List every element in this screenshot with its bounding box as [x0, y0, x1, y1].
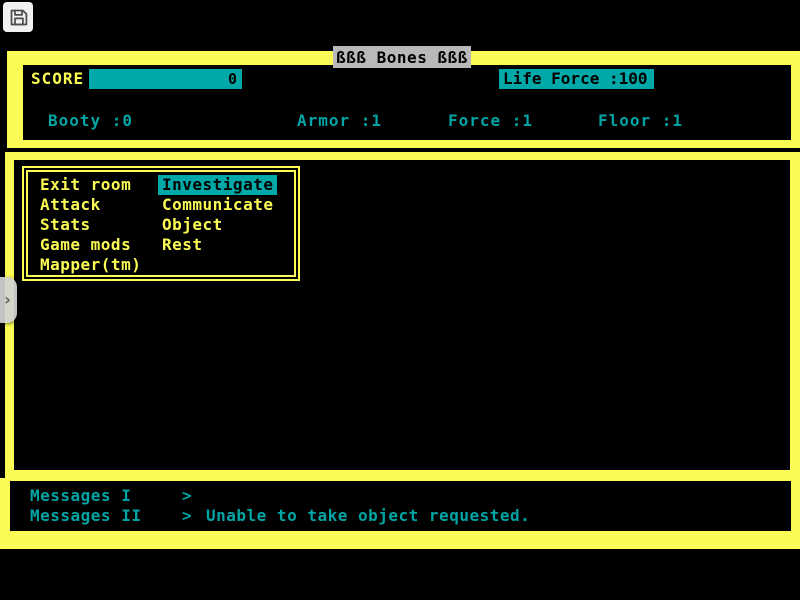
- score-value: 0: [228, 70, 237, 88]
- life-force-badge: Life Force :100: [499, 69, 654, 89]
- save-button[interactable]: [3, 2, 33, 32]
- message-channel-label: Messages II: [30, 506, 141, 526]
- stat-armor: Armor :1: [297, 111, 382, 131]
- menu-item-game-mods[interactable]: Game mods: [40, 235, 141, 255]
- menu-item-communicate[interactable]: Communicate: [162, 195, 277, 215]
- stat-floor: Floor :1: [598, 111, 683, 131]
- action-menu: Exit room Attack Stats Game mods Mapper(…: [22, 166, 300, 281]
- menu-item-investigate[interactable]: Investigate: [162, 175, 277, 195]
- playfield: Exit room Attack Stats Game mods Mapper(…: [14, 160, 790, 470]
- status-panel-inner: SCORE : 0 Life Force :100 Booty :0 Armor…: [23, 65, 791, 140]
- message-text: Unable to take object requested.: [206, 506, 530, 526]
- menu-item-attack[interactable]: Attack: [40, 195, 141, 215]
- message-prompt: >: [182, 486, 192, 506]
- message-row: Messages I >: [10, 486, 791, 506]
- stat-booty: Booty :0: [48, 111, 133, 131]
- score-bar: 0: [89, 69, 242, 89]
- message-log: Messages I > Messages II > Unable to tak…: [10, 481, 791, 531]
- message-panel: Messages I > Messages II > Unable to tak…: [0, 478, 800, 549]
- stat-force: Force :1: [448, 111, 533, 131]
- message-channel-label: Messages I: [30, 486, 131, 506]
- chevron-right-icon: ›: [4, 290, 11, 309]
- action-menu-left-column: Exit room Attack Stats Game mods Mapper(…: [40, 175, 141, 275]
- menu-item-mapper[interactable]: Mapper(tm): [40, 255, 141, 275]
- game-screen: ßßß Bones ßßß SCORE : 0 Life Force :100 …: [0, 0, 800, 600]
- menu-item-rest[interactable]: Rest: [162, 235, 277, 255]
- menu-item-object[interactable]: Object: [162, 215, 277, 235]
- action-menu-border: Exit room Attack Stats Game mods Mapper(…: [26, 170, 296, 277]
- action-menu-right-column: Investigate Communicate Object Rest: [162, 175, 277, 255]
- message-prompt: >: [182, 506, 192, 526]
- menu-item-stats[interactable]: Stats: [40, 215, 141, 235]
- page-title: ßßß Bones ßßß: [333, 46, 471, 68]
- floppy-disk-icon: [8, 7, 29, 28]
- menu-item-exit-room[interactable]: Exit room: [40, 175, 141, 195]
- message-row: Messages II > Unable to take object requ…: [10, 506, 791, 526]
- playfield-panel: Exit room Attack Stats Game mods Mapper(…: [5, 152, 800, 478]
- side-drawer-handle[interactable]: ›: [0, 277, 17, 323]
